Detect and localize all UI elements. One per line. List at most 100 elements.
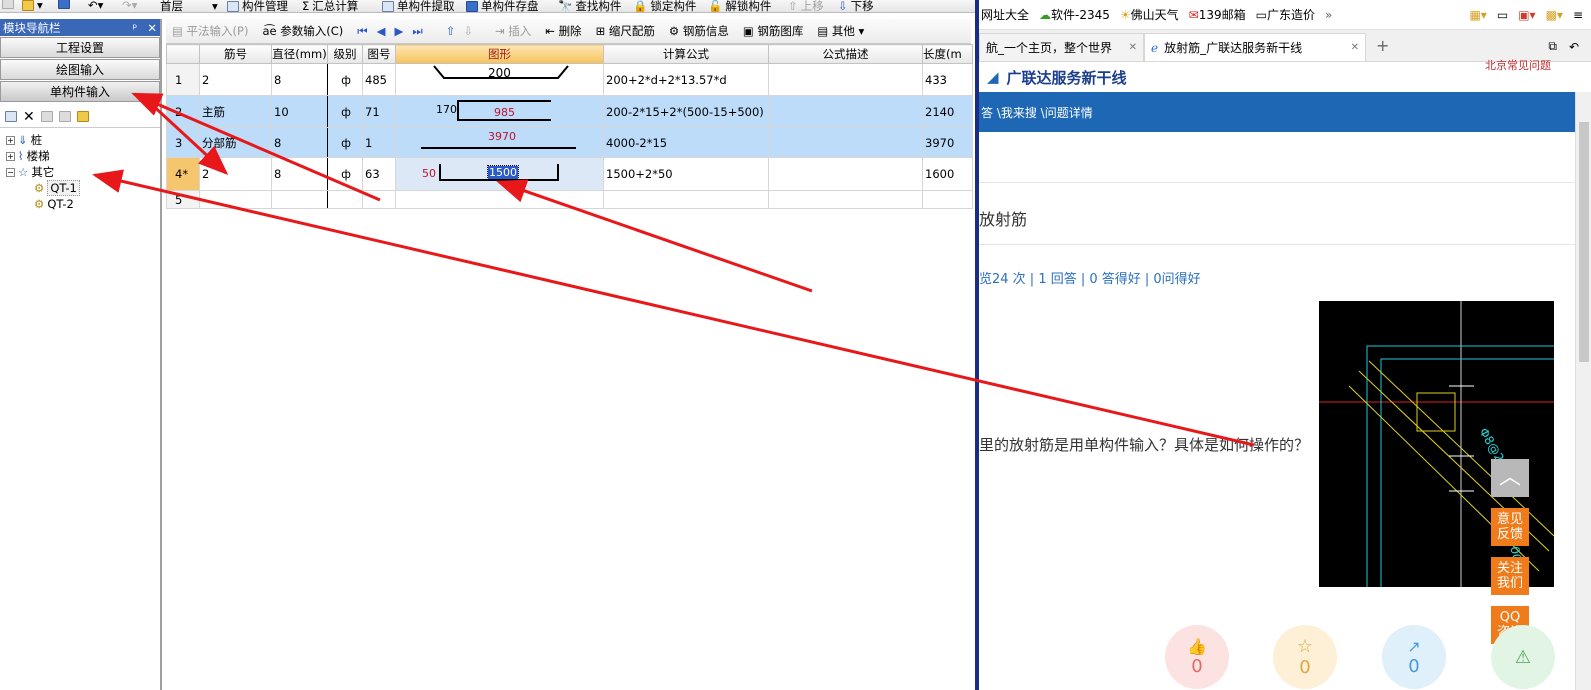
cell-bar-no[interactable] [199,190,272,209]
tree-node-other[interactable]: − ☆ 其它 [6,164,154,180]
cell-grade[interactable]: ф [327,127,363,158]
new-icon[interactable] [2,0,14,9]
office-icon[interactable]: ▣▾ [1518,8,1535,22]
cell-formula[interactable] [603,190,769,209]
cell-formula[interactable]: 1500+2*50 [603,157,769,191]
site-title[interactable]: 广联达服务新干线 [1007,67,1127,88]
cell-description[interactable] [768,190,923,209]
follow-us-button[interactable]: 关注我们 [1491,557,1529,595]
cell-bar-no[interactable]: 2 [199,63,272,96]
cell-fig-no[interactable]: 485 [362,63,396,96]
col-fig-no[interactable]: 图号 [362,44,396,64]
vertical-scrollbar[interactable] [1575,92,1591,690]
expand-icon[interactable]: + [6,135,15,145]
cell-formula[interactable]: 200-2*15+2*(500-15+500) [603,95,769,128]
cell-bar-no[interactable]: 分部筋 [199,127,272,158]
cell-bar-no[interactable]: 2 [199,157,272,191]
tree-node-pile[interactable]: + ⇓ 桩 [6,132,154,148]
report-button[interactable]: ⚠ [1491,625,1555,689]
cell-length[interactable]: 433 [922,63,973,96]
cell-grade[interactable]: ф [327,157,363,191]
cell-shape[interactable]: 200 [395,63,604,96]
close-icon[interactable]: ✕ [147,21,157,35]
cell-description[interactable] [768,157,923,191]
col-formula[interactable]: 计算公式 [603,44,769,64]
cell-diameter[interactable] [271,190,328,209]
single-component-input-button[interactable]: 单构件输入 [0,81,160,102]
tree-node-qt1[interactable]: ⚙ QT-1 [6,180,154,196]
cell-description[interactable] [768,95,923,128]
param-input-button[interactable]: a͡e 参数输入(C) [262,23,343,39]
cell-shape[interactable] [395,190,604,209]
new-tab-button[interactable]: + [1366,36,1399,61]
next-record-icon[interactable]: ▶ [394,24,412,38]
tab-fangshejin[interactable]: ℯ 放射筋_广联达服务新干线 ✕ [1144,33,1366,61]
scale-rebar-button[interactable]: ⊞ 缩尺配筋 [596,23,655,39]
rebar-info-button[interactable]: ⚙ 钢筋信息 [669,23,729,39]
tab-home[interactable]: 航_一个主页，整个世界 ✕ [979,33,1144,61]
delete-icon[interactable]: ✕ [23,109,35,125]
cell-diameter[interactable]: 8 [271,127,328,158]
cell-bar-no[interactable]: 主筋 [199,95,272,128]
cell-length[interactable]: 2140 [922,95,973,128]
cell-description[interactable] [768,63,923,96]
row-down-icon[interactable]: ⇩ [463,24,481,38]
favorite-link[interactable]: ✉139邮箱 [1189,6,1246,23]
col-description[interactable]: 公式描述 [768,44,923,64]
cell-diameter[interactable]: 10 [271,95,328,128]
expand-icon[interactable]: + [6,151,15,161]
shape-value-input[interactable]: 1500 [487,165,519,180]
table-row[interactable]: 3 分部筋 8 ф 1 3970 4000-2*15 3970 [166,127,973,158]
cell-fig-no[interactable]: 1 [362,127,396,158]
first-record-icon[interactable]: ⏮ [357,24,376,38]
cell-formula[interactable]: 4000-2*15 [603,127,769,158]
tools-icon[interactable]: ▩▾ [1546,8,1563,22]
favorite-link[interactable]: ☁软件-2345 [1039,6,1110,23]
insert-button[interactable]: ⇥ 插入 [495,23,531,39]
feedback-button[interactable]: 意见反馈 [1491,508,1529,546]
prev-record-icon[interactable]: ◀ [377,24,395,38]
table-row[interactable]: 2 主筋 10 ф 71 170 985 200-2*15+2*(500-15+… [166,95,973,128]
cell-shape[interactable]: 3970 [395,127,604,158]
cell-fig-no[interactable]: 63 [362,157,396,191]
col-shape[interactable]: 图形 [395,44,604,64]
rebar-library-button[interactable]: ▣ 钢筋图库 [743,23,804,39]
summary-calc-button[interactable]: Σ 汇总计算 [302,0,358,12]
table-row[interactable]: 5 [166,190,973,209]
copy-icon[interactable] [40,111,53,122]
collapse-icon[interactable]: − [6,167,15,177]
undo-icon[interactable]: ↶▾ [88,0,103,12]
move-down-button[interactable]: ⇩ 下移 [838,0,874,12]
other-menu-button[interactable]: ▤ 其他 ▾ [817,23,864,39]
share-counter[interactable]: ↗ 0 [1382,625,1446,689]
apps-icon[interactable]: ▦▾ [1469,8,1486,22]
table-row[interactable]: 1 2 8 ф 485 200 200+2*d+2*13.57*d 433 [166,63,973,96]
row-up-icon[interactable]: ⇧ [446,24,464,38]
project-settings-button[interactable]: 工程设置 [0,37,160,58]
menu-icon[interactable]: ≡ [1573,8,1583,22]
cell-grade[interactable]: ф [327,95,363,128]
lock-component-button[interactable]: 🔒 锁定构件 [633,0,696,12]
more-favorites-button[interactable]: » [1325,8,1332,22]
open-icon[interactable]: ▾ [22,0,43,12]
clipboard-icon[interactable] [76,111,89,122]
table-row[interactable]: 4* 2 8 ф 63 50 1500 1500+2*50 1600 [166,157,973,191]
move-up-button[interactable]: ⇧ 上移 [788,0,824,12]
drawing-input-button[interactable]: 绘图输入 [0,59,160,80]
paste-icon[interactable] [58,111,71,122]
cell-shape[interactable]: 170 985 [395,95,604,128]
cell-length[interactable] [922,190,973,209]
undo-close-icon[interactable]: ↶ [1565,40,1591,61]
like-counter[interactable]: 👍 0 [1165,625,1229,689]
find-component-button[interactable]: 🔭 查找构件 [558,0,621,12]
col-bar-no[interactable]: 筋号 [199,44,272,64]
cell-diameter[interactable]: 8 [271,63,328,96]
last-record-icon[interactable]: ⏭ [412,24,431,38]
cell-description[interactable] [768,127,923,158]
cell-grade[interactable]: ф [327,63,363,96]
pin-icon[interactable]: ᵖ [132,21,137,35]
tree-node-qt2[interactable]: ⚙ QT-2 [6,196,154,212]
col-grade[interactable]: 级别 [327,44,363,64]
cell-formula[interactable]: 200+2*d+2*13.57*d [603,63,769,96]
window-icon[interactable]: ▭ [1497,8,1508,22]
